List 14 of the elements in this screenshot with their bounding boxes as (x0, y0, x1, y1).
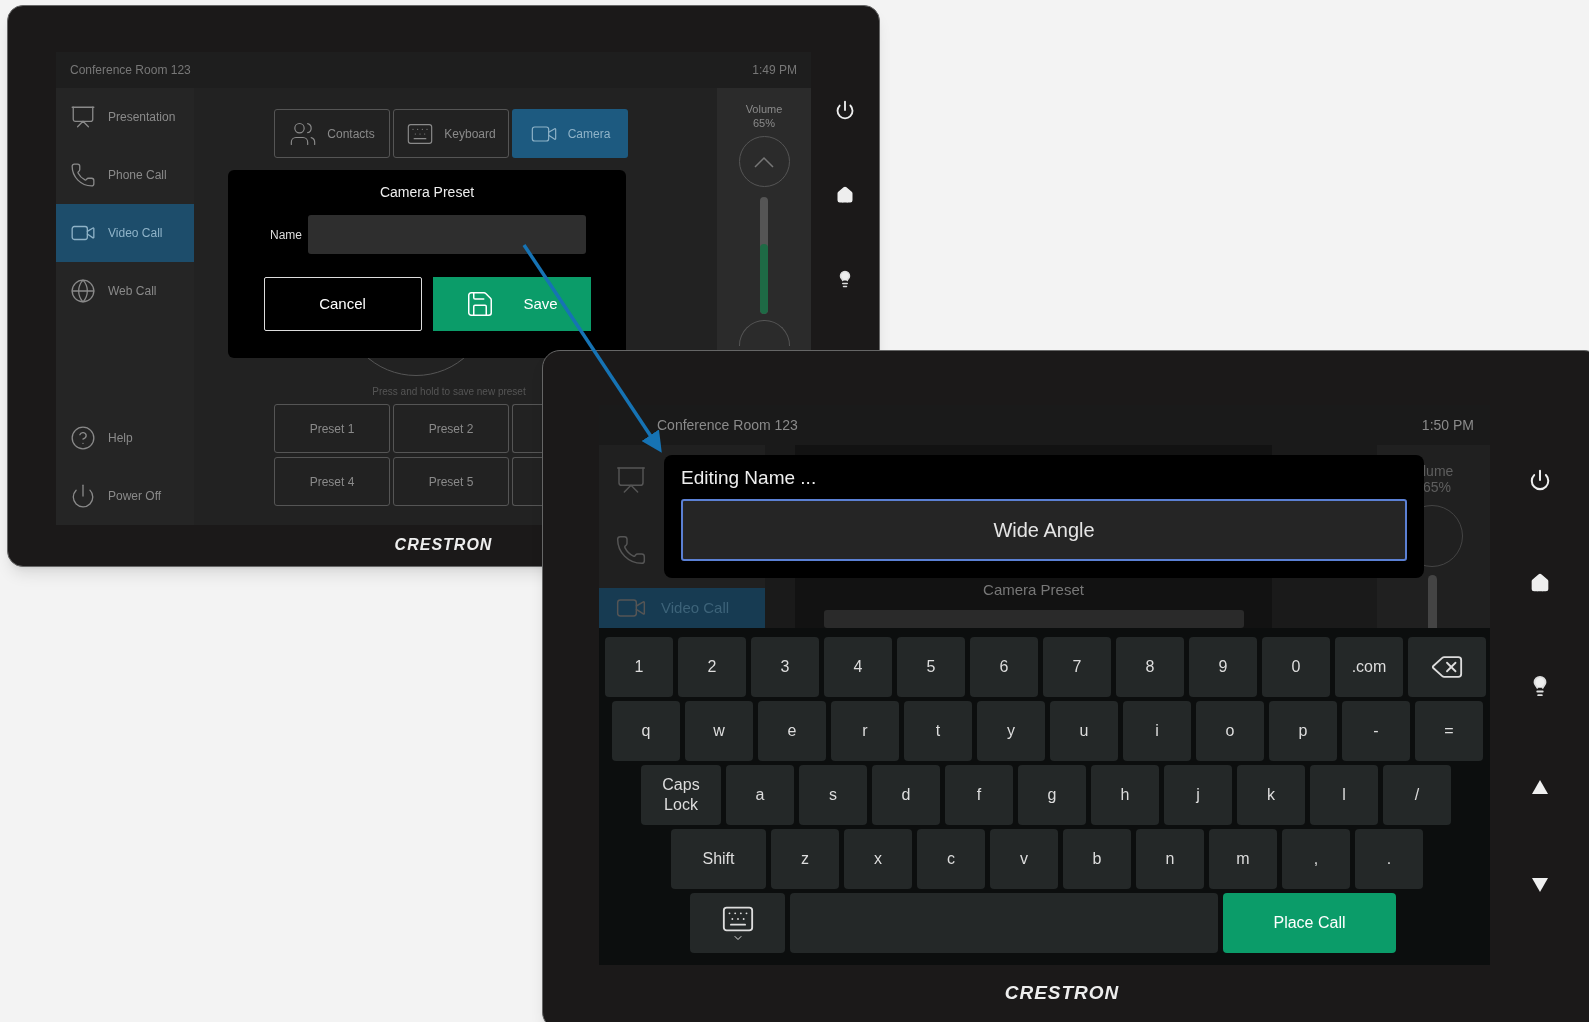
dialog-title: Camera Preset (983, 580, 1084, 600)
volume-label: lume (1422, 463, 1454, 479)
dialog-title: Editing Name ... (681, 466, 818, 490)
volume-reading: 65% (1422, 479, 1452, 495)
clock: 1:50 PM (1421, 415, 1474, 435)
clock: 1:49 PM (752, 62, 797, 79)
volume-label: Volume (745, 102, 783, 116)
dialog-title: Camera Preset (379, 183, 475, 202)
brand-logo: CRESTRON (1004, 981, 1120, 1005)
field-label: Name (270, 226, 302, 244)
room-title: Conference Room 123 (70, 62, 191, 79)
volume-reading: 65% (753, 116, 775, 130)
brand-logo: CRESTRON (394, 535, 493, 555)
room-title: Conference Room 123 (656, 415, 798, 435)
